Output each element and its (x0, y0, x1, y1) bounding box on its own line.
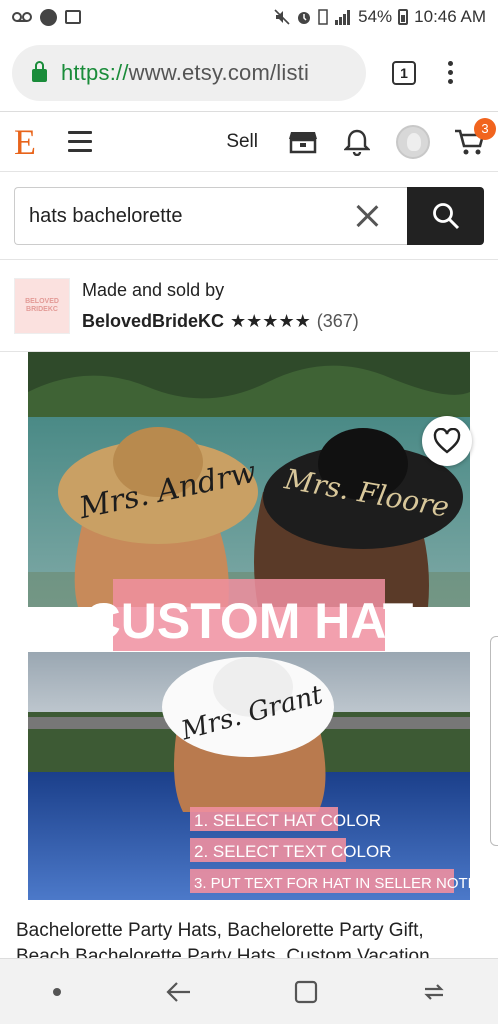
battery-icon (398, 9, 409, 25)
search-button[interactable] (407, 187, 484, 245)
review-count[interactable]: (367) (317, 311, 359, 332)
status-bar: 54% 10:46 AM (0, 0, 498, 34)
browser-menu-button[interactable] (448, 61, 453, 84)
clear-search-icon[interactable] (353, 202, 381, 230)
recents-icon[interactable] (421, 981, 447, 1003)
user-avatar[interactable] (396, 124, 430, 159)
address-bar[interactable]: https://www.etsy.com/listi (12, 44, 366, 101)
search-area: hats bachelorette (0, 172, 498, 260)
cart-count-badge: 3 (474, 117, 496, 140)
shop-manager-icon[interactable] (288, 130, 318, 154)
rating-stars: ★★★★★ (230, 310, 311, 331)
etsy-logo[interactable]: E (14, 121, 44, 163)
notifications-bell-icon[interactable] (344, 128, 370, 156)
alarm-icon (298, 12, 311, 24)
seller-info-row: BELOVED BRIDEKC Made and sold by Beloved… (0, 260, 498, 352)
search-form: hats bachelorette (14, 187, 484, 245)
clock: 10:46 AM (414, 7, 486, 26)
home-icon[interactable] (294, 980, 318, 1004)
sell-link[interactable]: Sell (226, 131, 258, 153)
url-scheme: https:// (61, 59, 129, 85)
step2-text: 2. SELECT TEXT COLOR (194, 842, 391, 861)
browser-toolbar: https://www.etsy.com/listi 1 (0, 34, 498, 112)
step3-text: 3. PUT TEXT FOR HAT IN SELLER NOTES (194, 875, 470, 892)
lock-icon (32, 61, 47, 82)
made-by-label: Made and sold by (82, 279, 225, 300)
seller-details: Made and sold by BelovedBrideKC ★★★★★ (3… (82, 280, 359, 332)
back-icon[interactable] (166, 981, 192, 1003)
mute-icon (274, 9, 290, 25)
site-header: E Sell 3 (0, 112, 498, 172)
status-right: 54% 10:46 AM (274, 7, 486, 27)
url-host: www.etsy.com/listi (128, 59, 310, 85)
status-left-icons (12, 8, 81, 26)
seller-shop-logo[interactable]: BELOVED BRIDEKC (14, 277, 70, 334)
gallery-icon (65, 10, 81, 24)
product-title-line2: Beach Bachelorette Party Hats, Custom Va… (16, 946, 430, 958)
product-image[interactable]: Mrs. Andrw Mrs. Floore CUSTOM HAT Mrs. G… (28, 352, 470, 900)
shop-line: BelovedBrideKC ★★★★★ (367) (82, 311, 359, 332)
voicemail-icon (12, 12, 32, 22)
nfc-icon (318, 9, 328, 25)
search-icon (432, 203, 459, 230)
system-navigation-bar (0, 958, 498, 1024)
url-text: https://www.etsy.com/listi (61, 60, 309, 86)
heart-icon (433, 428, 461, 454)
custom-hat-banner: CUSTOM HAT (85, 593, 414, 649)
step1-text: 1. SELECT HAT COLOR (194, 811, 381, 830)
messenger-icon (40, 8, 57, 26)
dot-icon[interactable] (51, 986, 63, 998)
cart-button[interactable]: 3 (454, 117, 496, 156)
search-query: hats bachelorette (29, 204, 183, 227)
product-photo-illustration: Mrs. Andrw Mrs. Floore CUSTOM HAT Mrs. G… (28, 352, 470, 900)
signal-icon (335, 10, 351, 25)
tab-switcher-button[interactable]: 1 (392, 60, 416, 85)
shop-name-link[interactable]: BelovedBrideKC (82, 311, 224, 332)
favorite-button[interactable] (422, 416, 472, 466)
search-input[interactable]: hats bachelorette (14, 187, 407, 245)
scroll-handle[interactable] (490, 636, 498, 846)
battery-percent: 54% (358, 7, 393, 26)
menu-icon[interactable] (68, 131, 92, 152)
